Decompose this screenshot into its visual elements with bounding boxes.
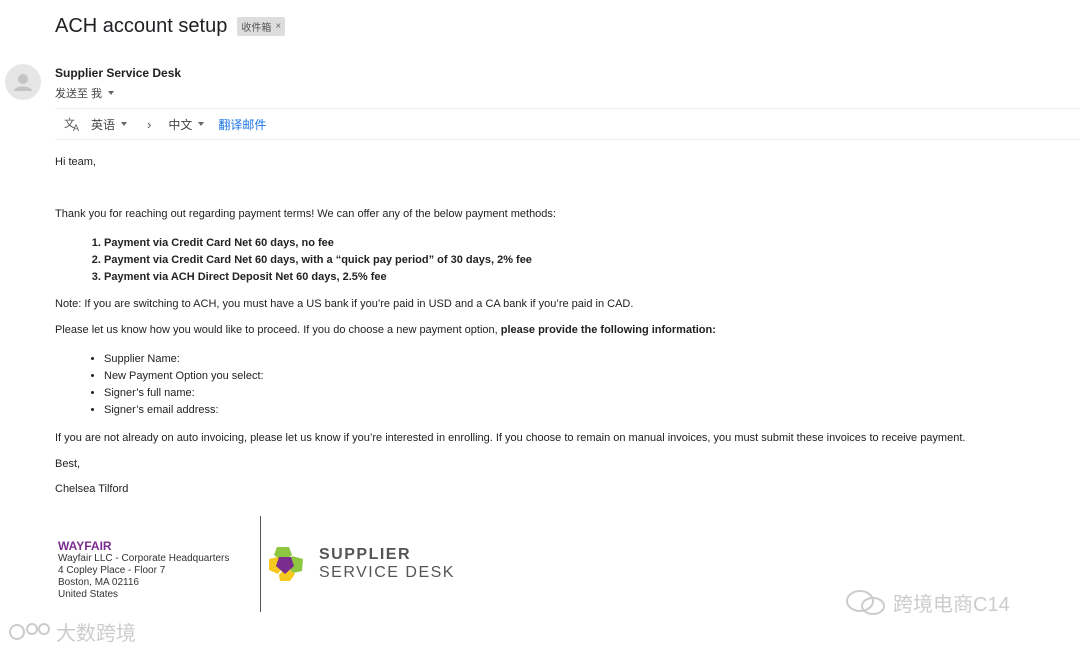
payment-methods-list: Payment via Credit Card Net 60 days, no … — [55, 235, 532, 286]
note-paragraph: Note: If you are switching to ACH, you m… — [55, 298, 634, 310]
svg-text:A: A — [73, 123, 79, 132]
greeting: Hi team, — [55, 156, 96, 168]
list-item: New Payment Option you select: — [104, 368, 264, 385]
proceed-text: Please let us know how you would like to… — [55, 324, 501, 336]
sender-name[interactable]: Supplier Service Desk — [55, 66, 181, 80]
list-item: Supplier Name: — [104, 351, 264, 368]
list-item: Payment via Credit Card Net 60 days, wit… — [104, 252, 532, 269]
list-item: Signer’s email address: — [104, 402, 264, 419]
watermark-left: 大数跨境 — [8, 617, 136, 646]
watermark-logo-icon — [9, 622, 50, 640]
proceed-bold-text: please provide the following information… — [500, 324, 716, 336]
address-line: United States — [58, 589, 119, 600]
translate-message-link[interactable]: 翻译邮件 — [218, 116, 266, 133]
chevron-down-icon — [121, 122, 128, 126]
signature-address: WAYFAIR Wayfair LLC - Corporate Headquar… — [58, 540, 229, 601]
auto-invoicing-paragraph: If you are not already on auto invoicing… — [55, 432, 966, 444]
list-item: Payment via Credit Card Net 60 days, no … — [104, 235, 532, 252]
email-subject: ACH account setup — [55, 15, 228, 37]
target-language-select[interactable]: 中文 — [168, 116, 205, 133]
watermark-left-text: 大数跨境 — [56, 623, 136, 645]
signer-name: Chelsea Tilford — [55, 483, 129, 495]
chevron-right-icon: › — [147, 116, 152, 132]
target-language-label: 中文 — [168, 117, 193, 132]
source-language-label: 英语 — [91, 117, 116, 132]
address-line: 4 Copley Place - Floor 7 — [58, 565, 166, 576]
list-item: Signer’s full name: — [104, 385, 264, 402]
inbox-label-chip[interactable]: 收件箱 × — [237, 17, 286, 36]
brand-name: WAYFAIR — [58, 539, 112, 553]
watermark-right-text: 跨境电商C14 — [893, 594, 1010, 616]
sender-avatar[interactable] — [5, 64, 41, 100]
closing: Best, — [55, 458, 81, 470]
translate-icon: 文 A — [64, 116, 82, 132]
watermark-right: 跨境电商C14 — [845, 588, 1010, 617]
inbox-label-text: 收件箱 — [241, 23, 272, 34]
intro-paragraph: Thank you for reaching out regarding pay… — [55, 208, 556, 220]
logo-line-1: SUPPLIER — [319, 546, 412, 563]
remove-label-icon[interactable]: × — [275, 21, 281, 32]
chevron-down-icon — [198, 122, 205, 126]
person-icon — [14, 74, 32, 91]
recipient-details[interactable]: 发送至 我 — [55, 85, 115, 101]
address-line: Boston, MA 02116 — [58, 577, 139, 588]
source-language-select[interactable]: 英语 — [91, 116, 128, 133]
subject-row: ACH account setup 收件箱 × — [55, 15, 286, 38]
chat-bubble-icon — [846, 589, 885, 615]
address-line: Wayfair LLC - Corporate Headquarters — [58, 553, 230, 564]
supplier-service-desk-wordmark: SUPPLIER SERVICE DESK — [319, 546, 455, 582]
supplier-service-desk-logo-icon — [268, 546, 304, 587]
required-fields-list: Supplier Name: New Payment Option you se… — [55, 351, 264, 419]
signature-divider — [260, 516, 261, 612]
chevron-down-icon — [108, 91, 115, 95]
list-item: Payment via ACH Direct Deposit Net 60 da… — [104, 269, 532, 286]
proceed-paragraph: Please let us know how you would like to… — [55, 324, 716, 336]
recipient-text: 发送至 我 — [55, 88, 103, 100]
translate-bar: 文 A 英语 › 中文 翻译邮件 — [55, 108, 1080, 140]
logo-line-2: SERVICE DESK — [319, 564, 455, 581]
